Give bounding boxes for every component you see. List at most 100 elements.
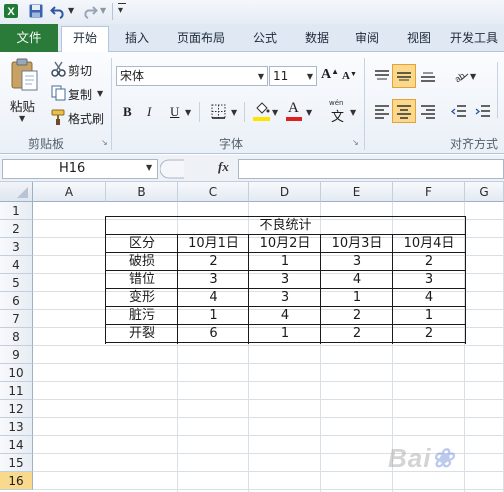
save-icon[interactable] [28,3,44,19]
table-cell[interactable]: 2 [321,307,393,325]
font-color-icon[interactable]: A [288,100,299,117]
increase-indent-icon[interactable] [474,102,492,120]
column-header-A[interactable]: A [33,182,106,202]
table-cell[interactable]: 1 [321,289,393,307]
select-all-corner[interactable] [0,182,33,202]
tab-insert[interactable]: 插入 [116,26,158,51]
tab-review[interactable]: 审阅 [346,26,388,51]
row-header-11[interactable]: 11 [0,382,33,400]
phonetic-dropdown-icon[interactable]: ▼ [350,108,356,117]
row-header-13[interactable]: 13 [0,418,33,436]
phonetic-guide-icon[interactable]: 文 [331,106,344,125]
paste-icon[interactable] [8,58,40,92]
row-header-12[interactable]: 12 [0,400,33,418]
row-header-8[interactable]: 8 [0,328,33,346]
row-header-1[interactable]: 1 [0,202,33,220]
table-cell[interactable]: 3 [178,271,249,289]
table-cell[interactable]: 1 [178,307,249,325]
copy-dropdown-icon[interactable]: ▼ [97,89,103,98]
row-header-2[interactable]: 2 [0,220,33,238]
bold-button[interactable]: B [123,104,132,120]
redo-icon[interactable] [82,3,98,19]
tab-file[interactable]: 文件 [0,24,58,52]
fill-color-dropdown-icon[interactable]: ▼ [272,108,278,117]
row-header-4[interactable]: 4 [0,256,33,274]
table-cell[interactable]: 4 [393,289,465,307]
column-header-B[interactable]: B [106,182,178,202]
copy-button[interactable]: 复制 [68,86,92,103]
undo-dropdown-icon[interactable]: ▼ [68,6,74,15]
table-cell[interactable]: 3 [393,271,465,289]
table-cell[interactable]: 3 [321,253,393,271]
column-header-C[interactable]: C [178,182,249,202]
row-header-14[interactable]: 14 [0,436,33,454]
align-bottom-icon[interactable] [419,67,437,85]
row-label-deformed[interactable]: 变形 [106,289,178,307]
header-date-2[interactable]: 10月2日 [249,235,321,253]
column-header-D[interactable]: D [249,182,321,202]
underline-dropdown-icon[interactable]: ▼ [185,108,191,117]
font-launcher-icon[interactable]: ↘ [352,138,359,147]
align-middle-icon[interactable] [395,67,413,85]
table-cell[interactable]: 3 [249,271,321,289]
header-date-1[interactable]: 10月1日 [178,235,249,253]
table-cell[interactable]: 4 [321,271,393,289]
excel-app-icon[interactable]: X [3,3,19,19]
fill-color-icon[interactable] [253,100,271,118]
row-header-3[interactable]: 3 [0,238,33,256]
row-header-6[interactable]: 6 [0,292,33,310]
font-name-combo[interactable]: 宋体 ▼ [116,66,268,86]
tab-page-layout[interactable]: 页面布局 [168,26,234,51]
tab-data[interactable]: 数据 [296,26,338,51]
tab-home[interactable]: 开始 [61,26,109,51]
italic-button[interactable]: I [147,104,151,120]
table-cell[interactable]: 3 [249,289,321,307]
format-painter-icon[interactable] [50,108,68,126]
row-label-broken[interactable]: 破损 [106,253,178,271]
align-left-icon[interactable] [373,102,391,120]
name-box-dropdown-icon[interactable]: ▼ [146,163,152,172]
font-name-dropdown-icon[interactable]: ▼ [258,68,264,86]
border-dropdown-icon[interactable]: ▼ [231,108,237,117]
header-date-4[interactable]: 10月4日 [393,235,465,253]
table-cell[interactable]: 6 [178,325,249,343]
formula-bar-resize-handle[interactable] [160,158,186,180]
cut-button[interactable]: 剪切 [68,62,92,79]
header-category[interactable]: 区分 [106,235,178,253]
table-cell[interactable]: 1 [393,307,465,325]
align-top-icon[interactable] [373,67,391,85]
tab-formulas[interactable]: 公式 [244,26,286,51]
row-label-dirty[interactable]: 脏污 [106,307,178,325]
table-cell[interactable]: 1 [249,325,321,343]
insert-function-button[interactable]: fx [218,159,229,175]
column-header-G[interactable]: G [465,182,504,202]
paste-button[interactable]: 粘贴 [10,96,35,115]
font-color-dropdown-icon[interactable]: ▼ [306,108,312,117]
underline-button[interactable]: U [170,104,179,120]
copy-icon[interactable] [50,84,68,102]
row-header-5[interactable]: 5 [0,274,33,292]
table-cell[interactable]: 2 [393,253,465,271]
clipboard-launcher-icon[interactable]: ↘ [101,138,108,147]
table-cell[interactable]: 1 [249,253,321,271]
column-header-E[interactable]: E [321,182,393,202]
table-title[interactable]: 不良统计 [106,217,465,235]
row-header-9[interactable]: 9 [0,346,33,364]
customize-qat-icon[interactable]: ▾ [118,5,123,17]
shrink-font-icon[interactable]: A▼ [342,70,357,82]
row-header-16[interactable]: 16 [0,472,33,490]
table-cell[interactable]: 2 [321,325,393,343]
grow-font-icon[interactable]: A▲ [321,67,339,83]
header-date-3[interactable]: 10月3日 [321,235,393,253]
align-center-icon[interactable] [395,102,413,120]
name-box[interactable]: H16 [2,159,158,179]
redo-dropdown-icon[interactable]: ▼ [100,6,106,15]
undo-icon[interactable] [50,3,66,19]
formula-input[interactable] [238,159,504,179]
cut-icon[interactable] [50,60,68,78]
row-header-15[interactable]: 15 [0,454,33,472]
font-size-combo[interactable]: 11 ▼ [269,66,317,86]
table-cell[interactable]: 2 [178,253,249,271]
align-right-icon[interactable] [419,102,437,120]
paste-dropdown-icon[interactable]: ▼ [19,114,25,123]
